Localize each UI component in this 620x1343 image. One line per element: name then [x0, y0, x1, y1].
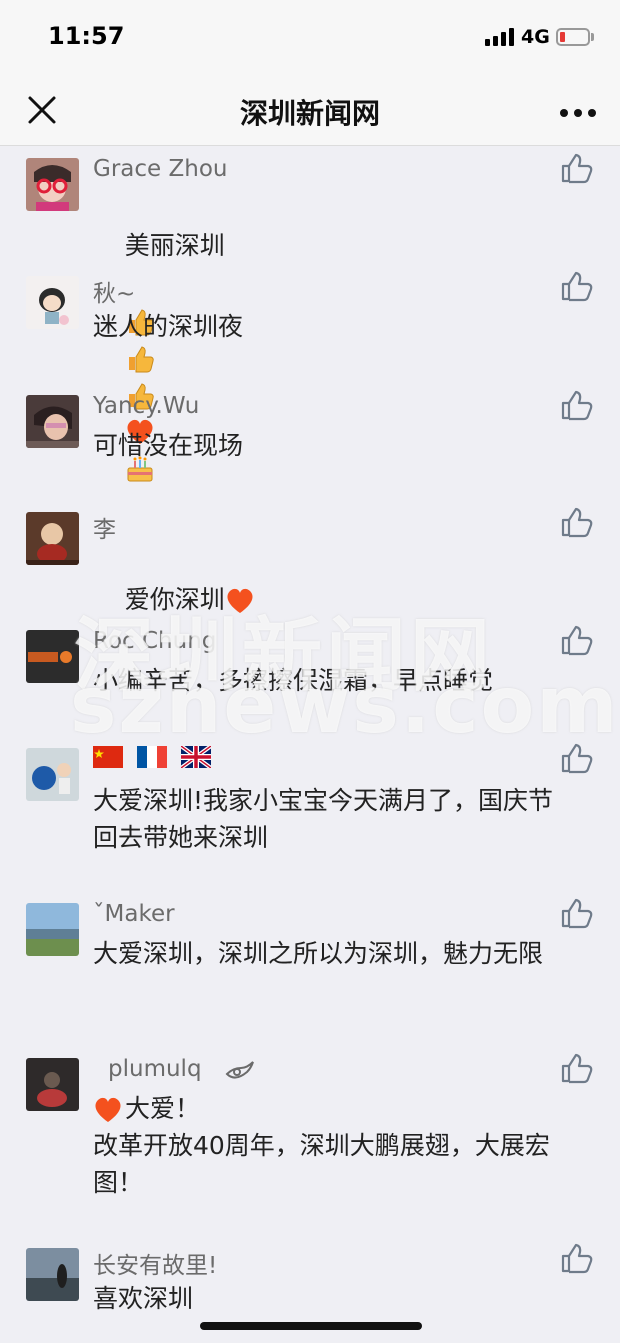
nav-bar: 深圳新闻网	[0, 76, 620, 146]
bird-icon	[225, 1060, 254, 1078]
signal-icon	[485, 28, 514, 46]
like-button[interactable]	[560, 270, 594, 302]
thumbs-up-icon	[561, 507, 593, 538]
thumbs-up-icon	[561, 898, 593, 929]
comment-author: Roc Chung	[93, 628, 217, 654]
like-button[interactable]	[560, 897, 594, 929]
france-flag-icon	[137, 746, 167, 768]
avatar[interactable]	[26, 395, 79, 448]
home-indicator[interactable]	[200, 1322, 422, 1330]
comment-author: Grace Zhou	[93, 156, 228, 182]
like-button[interactable]	[560, 152, 594, 184]
comment-author: ˇMaker	[93, 901, 175, 927]
comment-author-flags	[93, 746, 211, 768]
more-button[interactable]	[558, 104, 598, 117]
comment-text: 喜欢深圳	[93, 1284, 194, 1313]
avatar[interactable]	[26, 158, 79, 211]
page-title: 深圳新闻网	[239, 97, 380, 130]
like-button[interactable]	[560, 1052, 594, 1084]
avatar[interactable]	[26, 1248, 79, 1301]
comment-text: 大爱深圳!我家小宝宝今天满月了，国庆节回去带她来深圳	[93, 786, 554, 852]
comment-author: 长安有故里!	[93, 1253, 218, 1279]
like-button[interactable]	[560, 389, 594, 421]
china-flag-icon	[93, 746, 123, 768]
comment-text: 大爱！ 改革开放40周年，深圳大鹏展翅，大展宏图！	[93, 1094, 550, 1197]
heart-icon	[95, 1097, 121, 1122]
comment-text: 美丽深圳	[93, 190, 593, 523]
comment-text: 迷人的深圳夜	[93, 312, 244, 341]
comment-author: plumulq	[108, 1056, 255, 1082]
thumbs-up-icon	[561, 390, 593, 421]
avatar[interactable]	[26, 1058, 79, 1111]
like-button[interactable]	[560, 506, 594, 538]
thumbs-up-icon	[561, 153, 593, 184]
battery-nub	[591, 33, 594, 41]
thumbs-up-emoji	[128, 346, 154, 373]
like-button[interactable]	[560, 624, 594, 656]
heart-icon	[227, 588, 253, 613]
comment-author: Yancy.Wu	[93, 393, 200, 419]
avatar[interactable]	[26, 512, 79, 565]
comment-text: 大爱深圳，深圳之所以为深圳，魅力无限	[93, 939, 544, 968]
status-bar: 11:57 4G	[0, 0, 620, 76]
comment-author: 李	[93, 517, 116, 543]
thumbs-up-icon	[561, 1053, 593, 1084]
thumbs-up-icon	[561, 271, 593, 302]
avatar[interactable]	[26, 276, 79, 329]
status-time: 11:57	[48, 22, 125, 50]
avatar[interactable]	[26, 903, 79, 956]
comment-text: 可惜没在现场	[93, 431, 244, 460]
battery-icon	[556, 28, 590, 46]
comment-author: 秋~	[93, 281, 136, 307]
uk-flag-icon	[181, 746, 211, 768]
comment-text: 小编辛苦，多擦擦保湿霜，早点睡觉	[93, 666, 494, 695]
thumbs-up-icon	[561, 743, 593, 774]
more-icon	[560, 109, 596, 117]
network-type: 4G	[521, 26, 550, 48]
avatar[interactable]	[26, 630, 79, 683]
like-button[interactable]	[560, 742, 594, 774]
avatar[interactable]	[26, 748, 79, 801]
like-button[interactable]	[560, 1242, 594, 1274]
thumbs-up-icon	[561, 625, 593, 656]
thumbs-up-icon	[561, 1243, 593, 1274]
